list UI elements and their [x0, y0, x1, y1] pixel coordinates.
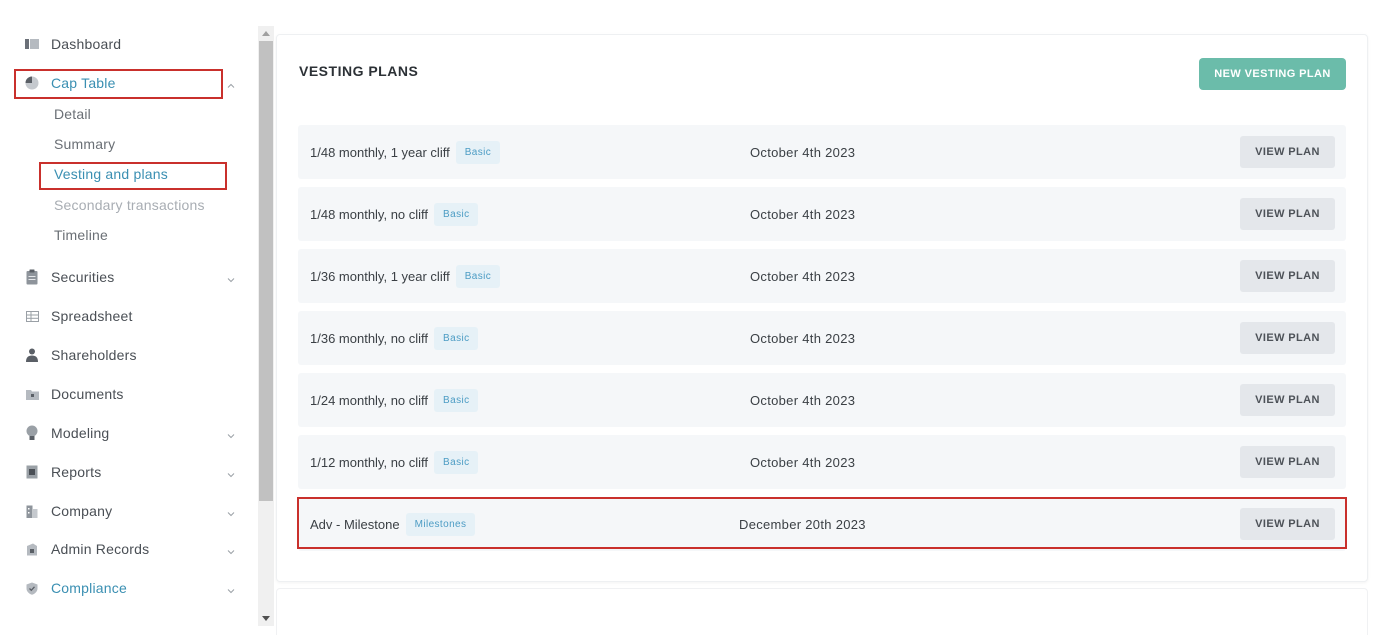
table-row: 1/36 monthly, 1 year cliff Basic October 4… [298, 249, 1346, 303]
view-plan-button[interactable]: VIEW PLAN [1240, 260, 1335, 292]
sidebar-item-documents[interactable]: Documents [0, 379, 250, 409]
sidebar-item-label: Company [51, 503, 113, 519]
sidebar-item-shareholders[interactable]: Shareholders [0, 340, 250, 370]
sidebar-item-modeling[interactable]: Modeling [0, 418, 250, 448]
plan-name-cell: Adv - Milestone Milestones [310, 497, 476, 551]
plan-date: October 4th 2023 [750, 206, 856, 222]
sidebar-item-label: Securities [51, 269, 115, 285]
admin-records-icon [24, 541, 40, 557]
plan-type-badge: Basic [434, 202, 479, 226]
sidebar-item-dashboard[interactable]: Dashboard [0, 29, 250, 59]
sidebar-item-label: Cap Table [51, 75, 116, 91]
chevron-up-icon [226, 78, 236, 88]
sidebar: Dashboard Cap Table Detail Summary Vesti… [0, 0, 258, 635]
plan-type-badge: Basic [434, 326, 479, 350]
chevron-down-icon [226, 583, 236, 594]
plan-date: October 4th 2023 [750, 392, 856, 408]
plan-name-cell: 1/24 monthly, no cliff Basic [310, 373, 479, 427]
view-plan-button[interactable]: VIEW PLAN [1240, 508, 1335, 540]
chevron-down-icon [226, 428, 236, 439]
report-icon [24, 464, 40, 480]
plan-date: October 4th 2023 [750, 330, 856, 346]
plan-name: 1/48 monthly, 1 year cliff [310, 144, 450, 160]
table-row: 1/36 monthly, no cliff Basic October 4th 2… [298, 311, 1346, 365]
plan-type-badge: Basic [455, 140, 501, 164]
chevron-down-icon [226, 544, 236, 555]
table-row: 1/12 monthly, no cliff Basic October 4th 2… [298, 435, 1346, 489]
sidebar-item-label: Shareholders [51, 347, 137, 363]
building-icon [24, 503, 40, 519]
vesting-plans-card: VESTING PLANS NEW VESTING PLAN 1/48 mont… [276, 34, 1368, 582]
view-plan-button[interactable]: VIEW PLAN [1240, 446, 1335, 478]
plan-name: 1/48 monthly, no cliff [310, 206, 429, 222]
sidebar-subitem-summary[interactable]: Summary [54, 136, 115, 152]
pie-chart-icon [24, 75, 40, 91]
plan-type-badge: Milestones [405, 512, 476, 536]
scrollbar-thumb[interactable] [259, 41, 273, 501]
plan-name-cell: 1/36 monthly, no cliff Basic [310, 311, 479, 365]
chevron-down-icon [226, 272, 236, 283]
plan-name-cell: 1/12 monthly, no cliff Basic [310, 435, 479, 489]
plan-date: October 4th 2023 [750, 268, 856, 284]
sidebar-subitem-secondary-transactions[interactable]: Secondary transactions [54, 197, 205, 213]
sidebar-item-label: Compliance [51, 580, 127, 596]
table-row: 1/24 monthly, no cliff Basic October 4th 2… [298, 373, 1346, 427]
sidebar-item-label: Spreadsheet [51, 308, 133, 324]
plan-type-badge: Basic [434, 388, 479, 412]
sidebar-subitem-vesting-and-plans[interactable]: Vesting and plans [54, 166, 168, 182]
view-plan-button[interactable]: VIEW PLAN [1240, 136, 1335, 168]
folder-icon [24, 386, 40, 402]
plan-name: Adv - Milestone [310, 516, 400, 532]
sidebar-item-label: Reports [51, 464, 102, 480]
sidebar-item-label: Documents [51, 386, 124, 402]
plan-date: December 20th 2023 [739, 516, 866, 532]
sidebar-item-spreadsheet[interactable]: Spreadsheet [0, 301, 250, 331]
sidebar-subitem-detail[interactable]: Detail [54, 106, 91, 122]
sidebar-item-compliance[interactable]: Compliance [0, 573, 250, 603]
sidebar-scrollbar[interactable] [258, 26, 274, 626]
spreadsheet-icon [24, 308, 40, 324]
sidebar-item-label: Dashboard [51, 36, 122, 52]
sidebar-item-securities[interactable]: Securities [0, 262, 250, 292]
sidebar-item-label: Admin Records [51, 541, 150, 557]
plan-name-cell: 1/48 monthly, 1 year cliff Basic [310, 125, 501, 179]
plan-name-cell: 1/48 monthly, no cliff Basic [310, 187, 479, 241]
sidebar-item-reports[interactable]: Reports [0, 457, 250, 487]
sidebar-item-cap-table[interactable]: Cap Table [0, 68, 250, 98]
plan-name-cell: 1/36 monthly, 1 year cliff Basic [310, 249, 501, 303]
chevron-down-icon [226, 506, 236, 517]
plan-name: 1/12 monthly, no cliff [310, 454, 429, 470]
plan-date: October 4th 2023 [750, 144, 856, 160]
sidebar-item-admin-records[interactable]: Admin Records [0, 534, 250, 564]
scroll-down-arrow-icon[interactable] [262, 616, 270, 621]
plan-type-badge: Basic [434, 450, 479, 474]
clipboard-icon [24, 269, 40, 285]
table-row: Adv - Milestone Milestones December 20th 2… [298, 497, 1346, 551]
new-vesting-plan-button[interactable]: NEW VESTING PLAN [1199, 58, 1346, 90]
sidebar-item-label: Modeling [51, 425, 110, 441]
plan-date: October 4th 2023 [750, 454, 856, 470]
person-icon [24, 347, 40, 363]
sidebar-subitem-timeline[interactable]: Timeline [54, 227, 108, 243]
plan-name: 1/36 monthly, 1 year cliff [310, 268, 450, 284]
secondary-card [276, 588, 1368, 635]
view-plan-button[interactable]: VIEW PLAN [1240, 198, 1335, 230]
plan-name: 1/24 monthly, no cliff [310, 392, 429, 408]
table-row: 1/48 monthly, 1 year cliff Basic October 4… [298, 125, 1346, 179]
table-row: 1/48 monthly, no cliff Basic October 4th 2… [298, 187, 1346, 241]
scroll-up-arrow-icon[interactable] [262, 31, 270, 36]
chevron-down-icon [226, 467, 236, 478]
view-plan-button[interactable]: VIEW PLAN [1240, 322, 1335, 354]
sidebar-item-company[interactable]: Company [0, 496, 250, 526]
lightbulb-icon [24, 425, 40, 441]
view-plan-button[interactable]: VIEW PLAN [1240, 384, 1335, 416]
plan-name: 1/36 monthly, no cliff [310, 330, 429, 346]
plan-type-badge: Basic [455, 264, 501, 288]
dashboard-icon [24, 36, 40, 52]
shield-icon [24, 580, 40, 596]
page-title: VESTING PLANS [299, 63, 419, 79]
